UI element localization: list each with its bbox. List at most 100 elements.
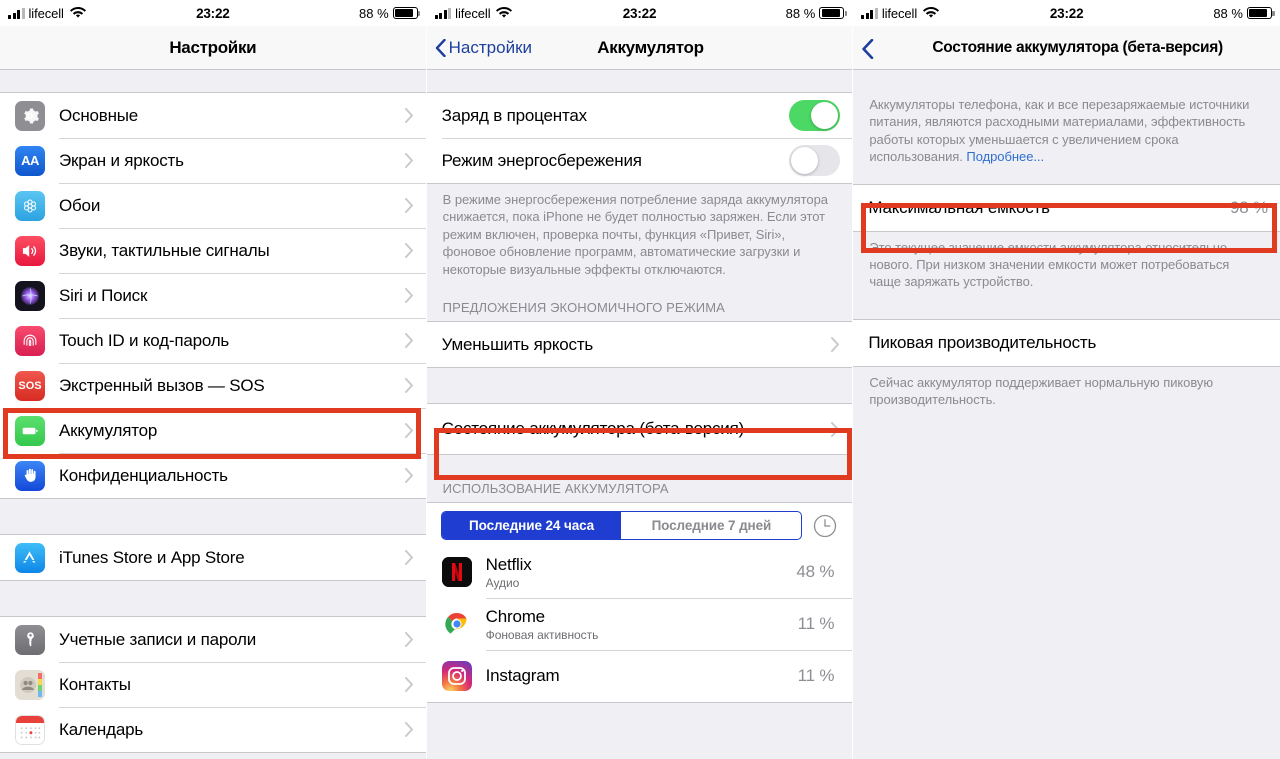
row-label: Режим энергосбережения [441,150,642,170]
nav-bar-health: Состояние аккумулятора (бета-версия) [853,26,1280,70]
back-button-label: Настройки [448,37,533,57]
three-panel-screenshot: lifecell 23:22 88 % Настройки Основные A… [0,0,1280,759]
panel-battery-health: lifecell 23:22 88 % Состояние аккумулято… [853,0,1280,759]
panel-settings: lifecell 23:22 88 % Настройки Основные A… [0,0,427,759]
clock-icon[interactable] [812,513,838,539]
battery-icon [392,7,421,19]
tab-last-7-days[interactable]: Последние 7 дней [621,512,801,539]
app-subtitle: Аудио [485,575,520,590]
status-bar-clock: 23:22 [196,5,230,21]
list-item[interactable]: Chrome Фоновая активность 11 % [426,598,853,651]
toggle-low-power-mode[interactable] [789,145,841,176]
chevron-right-icon [404,243,414,258]
sidebar-item-contacts[interactable]: Контакты [0,662,426,707]
list-item[interactable]: Netflix Аудио 48 % [426,546,853,599]
tab-last-24-hours[interactable]: Последние 24 часа [441,512,622,540]
hand-privacy-icon [15,460,45,491]
row-battery-health[interactable]: Состояние аккумулятора (бета-версия) [426,404,853,455]
sidebar-item-general[interactable]: Основные [0,93,426,138]
sidebar-item-sounds[interactable]: Звуки, тактильные сигналы [0,228,426,273]
wallpaper-flower-icon [15,190,45,221]
sidebar-item-accounts[interactable]: Учетные записи и пароли [0,617,426,662]
maximum-capacity-value: 98 % [1230,197,1268,217]
chevron-right-icon [404,288,414,303]
chevron-right-icon [404,423,414,438]
contacts-icon [15,669,45,700]
back-button[interactable]: Настройки [435,38,532,58]
sidebar-item-label: Siri и Поиск [59,285,148,305]
row-reduce-brightness[interactable]: Уменьшить яркость [426,322,853,368]
settings-scroll-area[interactable]: Основные AA Экран и яркость Обои Звуки, … [0,70,426,759]
chrome-icon [441,609,472,640]
sidebar-item-itunes-appstore[interactable]: iTunes Store и App Store [0,535,426,580]
sidebar-item-label: Календарь [59,719,144,739]
sidebar-item-privacy[interactable]: Конфиденциальность [0,453,426,498]
battery-green-icon [15,415,45,446]
health-scroll-area[interactable]: Аккумуляторы телефона, как и все перезар… [853,70,1280,759]
display-brightness-icon: AA [15,145,45,176]
sidebar-item-label: Touch ID и код-пароль [59,330,230,350]
sidebar-item-label: Экран и яркость [59,150,184,170]
sidebar-item-label: Контакты [59,674,131,694]
health-intro-text: Аккумуляторы телефона, как и все перезар… [853,96,1280,166]
status-bar-clock: 23:22 [622,5,657,21]
chevron-right-icon [404,722,414,737]
sidebar-item-label: iTunes Store и App Store [59,547,245,567]
chevron-right-icon [404,550,414,565]
list-item[interactable]: Instagram 11 % [426,650,853,703]
sidebar-item-calendar[interactable]: Календарь [0,707,426,752]
siri-icon [15,280,45,311]
sidebar-item-display[interactable]: AA Экран и яркость [0,138,426,183]
app-percent: 11 % [797,614,835,634]
row-low-power-mode[interactable]: Режим энергосбережения [426,138,853,183]
settings-group-1: Основные AA Экран и яркость Обои Звуки, … [0,92,426,499]
sidebar-item-sos[interactable]: SOS Экстренный вызов — SOS [0,363,426,408]
toggle-battery-percentage[interactable] [789,100,841,131]
health-intro: Аккумуляторы телефона, как и все перезар… [869,97,1250,165]
sidebar-item-label: Обои [59,195,101,215]
sidebar-item-battery[interactable]: Аккумулятор [0,408,426,453]
speaker-icon [15,235,45,266]
toggle-knob [791,147,819,174]
status-bar-clock: 23:22 [1049,5,1084,21]
maximum-capacity-group: Максимальная емкость 98 % [853,183,1280,232]
sidebar-item-label: Экстренный вызов — SOS [59,375,265,395]
chevron-right-icon [404,632,414,647]
learn-more-link[interactable]: Подробнее... [966,149,1044,164]
status-bar: lifecell 23:22 88 % [426,0,853,26]
chevron-right-icon [404,378,414,393]
back-button[interactable] [861,38,874,59]
low-power-mode-footer: В режиме энергосбережения потребление за… [442,192,828,277]
sidebar-item-label: Конфиденциальность [59,465,228,485]
chevron-right-icon [404,468,414,483]
sidebar-item-touchid[interactable]: Touch ID и код-пароль [0,318,426,363]
row-label: Состояние аккумулятора (бета-версия) [441,419,745,439]
battery-icon [819,7,847,19]
row-battery-percentage[interactable]: Заряд в процентах [426,93,853,138]
battery-scroll-area[interactable]: Заряд в процентах Режим энергосбережения… [426,70,853,759]
page-title: Состояние аккумулятора (бета-версия) [932,38,1223,56]
chevron-right-icon [404,333,414,348]
settings-group-2: iTunes Store и App Store [0,534,426,581]
battery-icon [1246,7,1275,19]
netflix-icon [441,557,472,588]
chevron-left-icon [435,38,446,57]
row-peak-performance: Пиковая производительность [853,319,1280,366]
app-percent: 11 % [797,666,835,686]
row-label: Максимальная емкость [868,197,1050,217]
app-store-icon [15,542,45,573]
segmented-control[interactable]: Последние 24 часа Последние 7 дней [440,511,803,541]
sidebar-item-siri[interactable]: Siri и Поиск [0,273,426,318]
sidebar-item-wallpaper[interactable]: Обои [0,183,426,228]
battery-usage-group: Последние 24 часа Последние 7 дней Netfl… [426,502,853,704]
usage-section-header: ИСПОЛЬЗОВАНИЕ АККУМУЛЯТОРА [442,481,669,497]
app-name: Instagram [485,666,560,686]
row-maximum-capacity[interactable]: Максимальная емкость 98 % [853,184,1280,231]
chevron-right-icon [404,198,414,213]
instagram-icon [441,661,472,692]
chevron-right-icon [831,421,840,437]
